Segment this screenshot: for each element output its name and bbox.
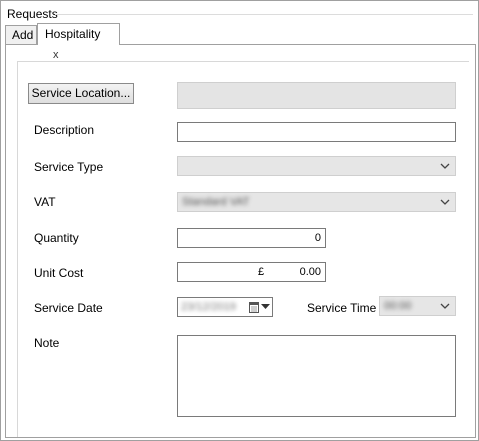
group-divider xyxy=(55,14,473,15)
tab-add[interactable]: Add xyxy=(5,25,37,45)
service-date-value: 23/12/2019 xyxy=(181,301,237,313)
note-textarea[interactable] xyxy=(177,335,456,417)
unit-cost-label: Unit Cost xyxy=(34,266,84,280)
group-title: Requests xyxy=(7,7,58,21)
unit-cost-input[interactable]: £ 0.00 xyxy=(177,262,326,282)
service-location-button[interactable]: Service Location... xyxy=(28,83,134,104)
service-type-label: Service Type xyxy=(34,160,104,174)
tab-hospitality[interactable]: Hospitality x xyxy=(37,23,120,61)
service-time-select[interactable]: 00:00 xyxy=(379,296,456,316)
calendar-icon[interactable] xyxy=(249,301,259,313)
caret-down-icon[interactable] xyxy=(261,304,270,310)
chevron-down-icon xyxy=(440,303,450,309)
requests-window: Requests Add Hospitality x Service Locat… xyxy=(0,0,479,441)
note-label: Note xyxy=(34,336,60,350)
service-date-label: Service Date xyxy=(34,301,103,315)
tab-hospitality-label: Hospitality xyxy=(45,27,101,41)
chevron-down-icon xyxy=(440,199,450,205)
service-location-field xyxy=(177,82,456,109)
quantity-label: Quantity xyxy=(34,231,79,245)
currency-symbol: £ xyxy=(258,266,265,278)
description-input[interactable] xyxy=(177,122,456,142)
service-time-label: Service Time xyxy=(307,301,377,315)
vat-select[interactable]: Standard VAT xyxy=(177,192,456,212)
service-type-select[interactable] xyxy=(177,156,456,176)
service-date-picker[interactable]: 23/12/2019 xyxy=(177,297,273,317)
quantity-input[interactable]: 0 xyxy=(177,228,326,248)
service-time-value: 00:00 xyxy=(384,300,412,312)
chevron-down-icon xyxy=(440,163,450,169)
description-label: Description xyxy=(34,123,95,137)
close-icon[interactable]: x xyxy=(53,49,59,61)
vat-value: Standard VAT xyxy=(182,196,250,208)
unit-cost-value: 0.00 xyxy=(299,266,321,278)
vat-label: VAT xyxy=(34,195,56,209)
